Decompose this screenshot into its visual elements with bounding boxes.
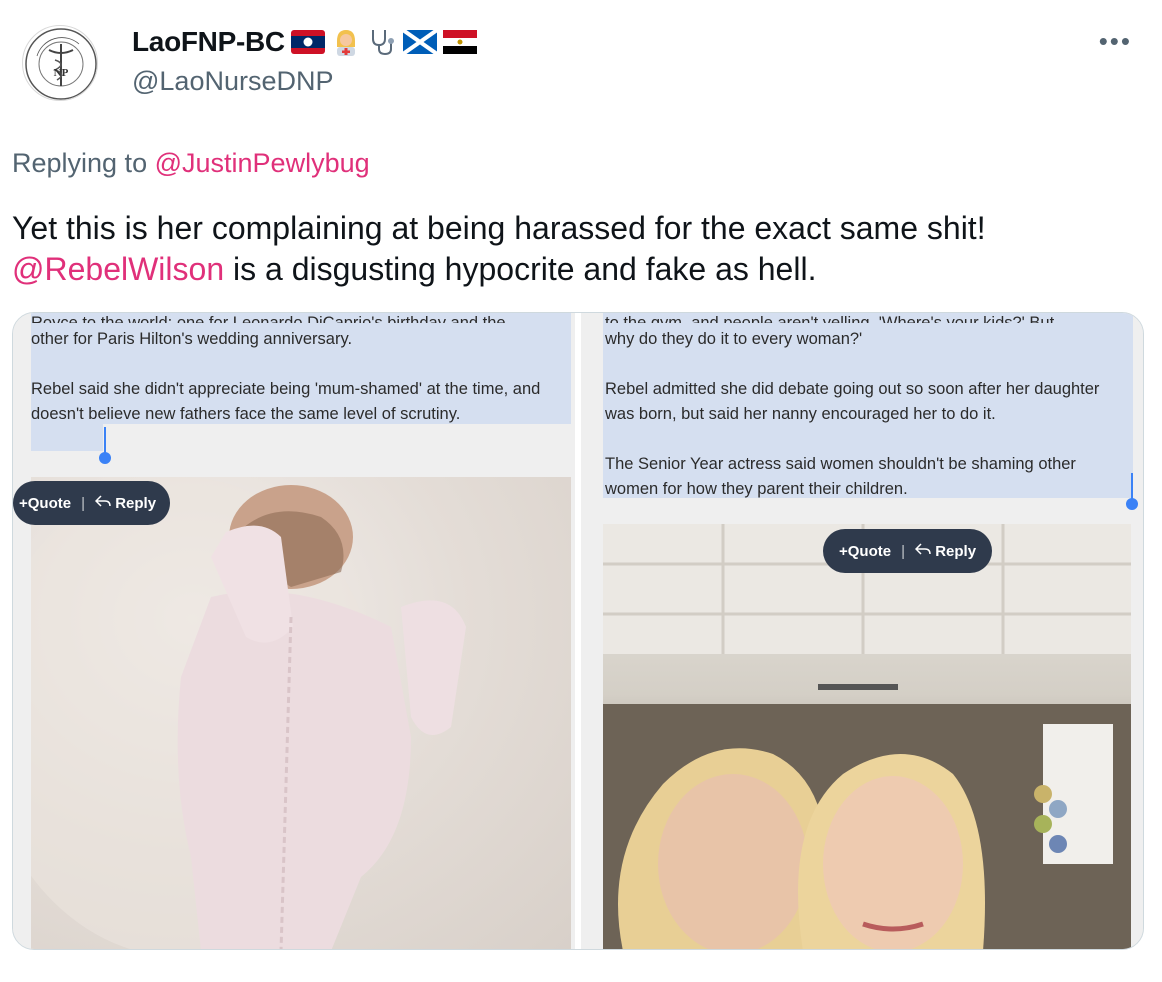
article-paragraph: The Senior Year actress said women shoul… (605, 455, 1076, 498)
newborn-photo (31, 477, 571, 949)
article-paragraph: why do they do it to every woman?' (605, 330, 863, 348)
quote-reply-popup-left[interactable]: +Quote | Reply (13, 481, 171, 525)
svg-text:NP: NP (54, 67, 69, 79)
selfie-photo (603, 524, 1131, 949)
tweet-text-line2: is a disgusting hypocrite and fake as he… (224, 251, 817, 287)
selection-caret[interactable] (1131, 473, 1133, 501)
laos-flag-icon (290, 30, 325, 54)
article-paragraph: Rebel said she didn't appreciate being '… (31, 380, 541, 423)
newborn-illustration (31, 477, 466, 949)
quote-plus-icon: + (839, 542, 848, 560)
quote-reply-popup-right[interactable]: +Quote | Reply (823, 529, 993, 573)
more-options-icon[interactable]: ••• (1099, 26, 1132, 57)
tweet-text: Yet this is her complaining at being har… (12, 208, 1142, 290)
selection-handle[interactable] (99, 452, 111, 464)
tweet-media[interactable]: Royce to the world: one for Leonardo DiC… (12, 312, 1144, 950)
article-cut-line: to the gym, and people aren't yelling, '… (605, 314, 1055, 323)
replying-to-prefix: Replying to (12, 148, 148, 178)
selection-caret[interactable] (104, 427, 106, 455)
scotland-flag-icon (402, 30, 437, 54)
article-text-left: other for Paris Hilton's wedding anniver… (31, 327, 561, 452)
article-paragraph: other for Paris Hilton's wedding anniver… (31, 330, 353, 348)
egypt-flag-icon (442, 30, 477, 54)
article-cut-line: Royce to the world: one for Leonardo DiC… (31, 314, 506, 323)
reply-arrow-icon (914, 543, 931, 555)
article-paragraph: Rebel admitted she did debate going out … (605, 380, 1100, 423)
nurse-practitioner-logo-icon: NP (25, 28, 97, 100)
woman-health-worker-icon (331, 27, 361, 57)
pill-separator: | (81, 494, 86, 512)
quote-label: Quote (847, 542, 892, 560)
media-image-left[interactable]: Royce to the world: one for Leonardo DiC… (13, 313, 575, 949)
selection-handle[interactable] (1126, 498, 1138, 510)
quote-button[interactable]: +Quote (19, 495, 71, 512)
tweet-mention-link[interactable]: @RebelWilson (12, 251, 224, 287)
article-text-right: why do they do it to every woman?' Rebel… (605, 327, 1133, 527)
quote-label: Quote (27, 494, 72, 512)
quote-plus-icon: + (19, 494, 28, 512)
selfie-illustration (603, 524, 1131, 949)
author-display-name[interactable]: LaoFNP-BC (132, 26, 285, 58)
stethoscope-icon (367, 27, 397, 57)
media-image-right[interactable]: to the gym, and people aren't yelling, '… (581, 313, 1143, 949)
author-handle[interactable]: @LaoNurseDNP (132, 66, 334, 97)
reply-button[interactable]: Reply (914, 542, 977, 560)
replying-to-mention-link[interactable]: @JustinPewlybug (155, 148, 370, 178)
reply-label: Reply (935, 543, 977, 560)
author-avatar[interactable]: NP (22, 25, 98, 101)
reply-button[interactable]: Reply (94, 494, 157, 512)
author-name-row: LaoFNP-BC (132, 26, 477, 58)
pill-separator: | (901, 542, 906, 560)
tweet-text-line1: Yet this is her complaining at being har… (12, 210, 986, 246)
reply-arrow-icon (94, 495, 111, 507)
reply-label: Reply (115, 495, 157, 512)
quote-button[interactable]: +Quote (839, 543, 891, 560)
replying-to-line: Replying to @JustinPewlybug (12, 148, 370, 179)
